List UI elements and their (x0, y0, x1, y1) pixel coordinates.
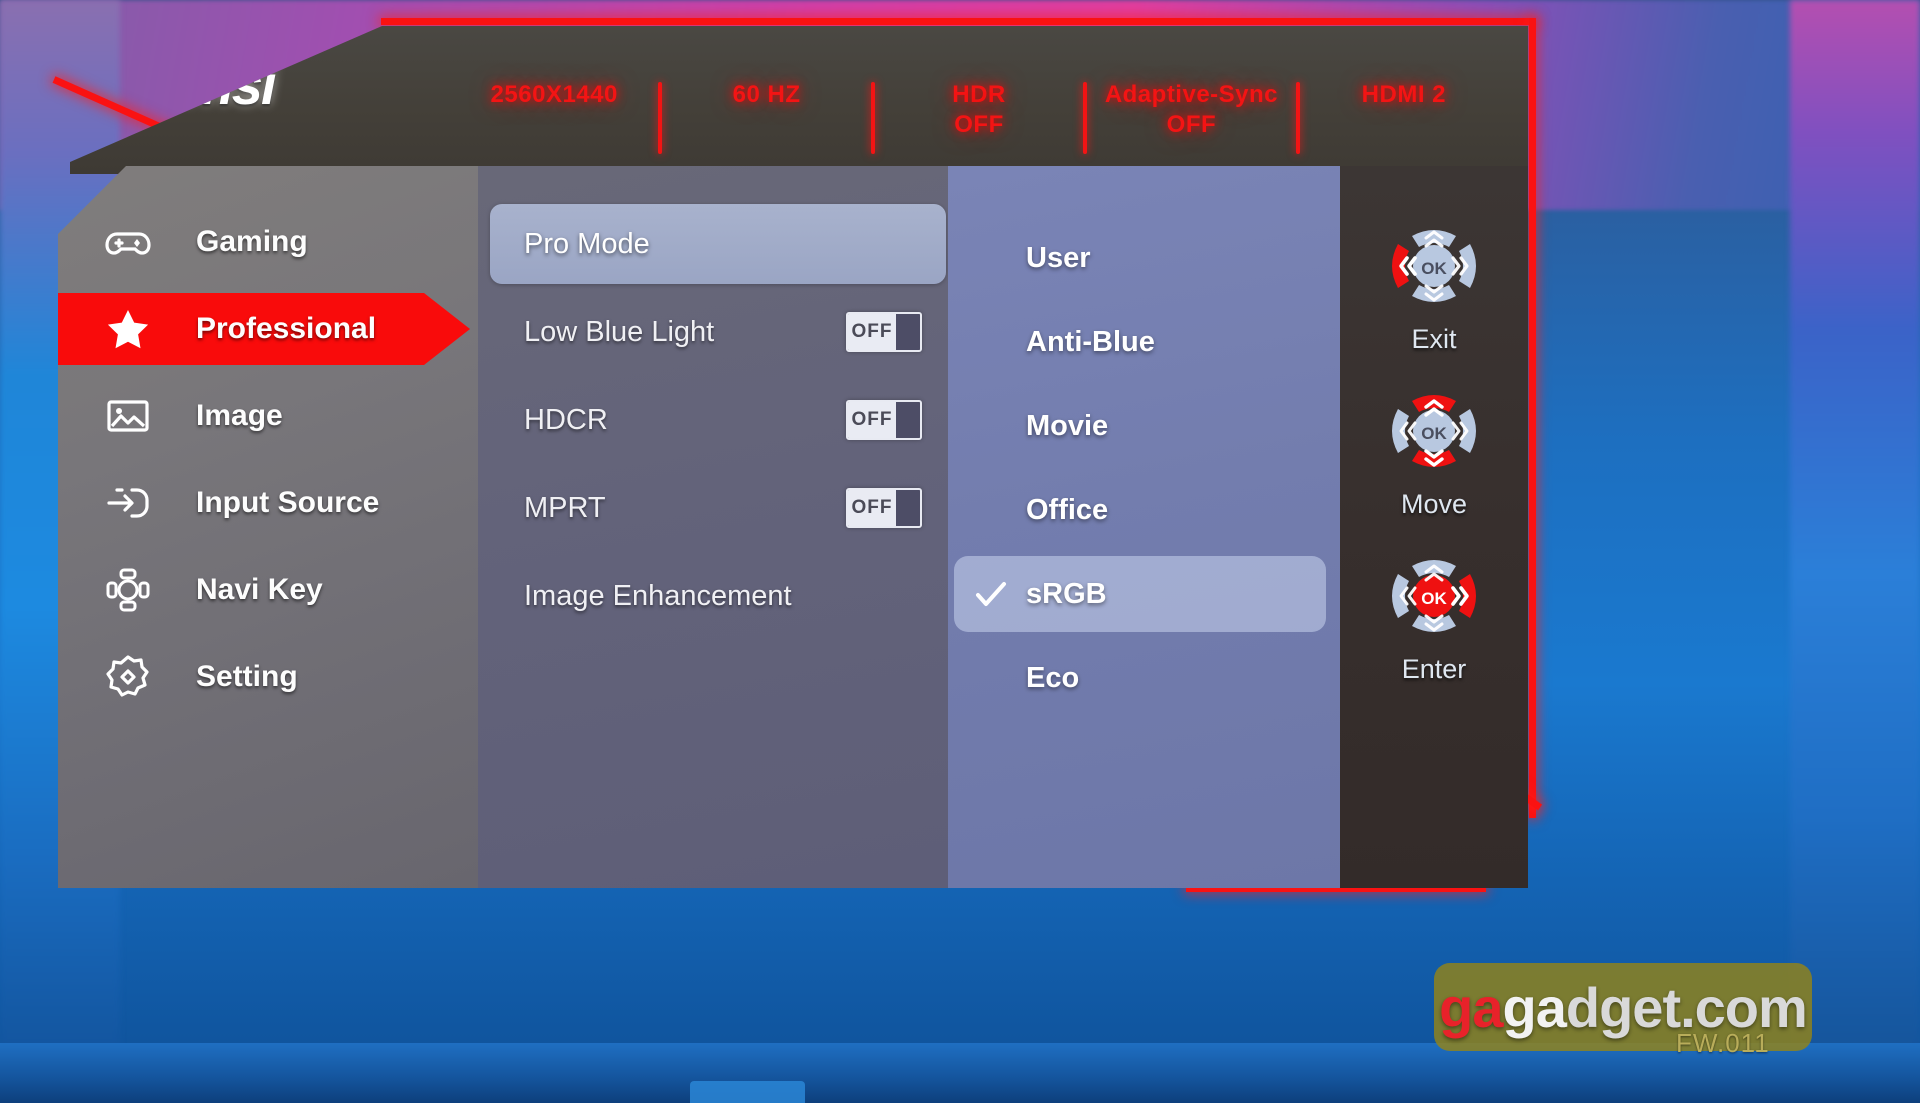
navkey-label: Move (1400, 489, 1468, 519)
osd-body: Gaming Professional Image Input Source N… (58, 166, 1528, 888)
navkey-updown-icon: OK (1392, 395, 1476, 467)
sidebar-label: Input Source (196, 486, 380, 519)
header-status-items: 2560X1440 60 HZ HDR OFF Adaptive-Sync OF… (450, 80, 1508, 170)
sidebar-item-image[interactable]: Image (58, 380, 478, 452)
menu-item-mprt[interactable]: MPRT OFF (478, 466, 948, 550)
header-resolution: 2560X1440 (490, 81, 618, 108)
menu-item-low-blue-light[interactable]: Low Blue Light OFF (478, 290, 948, 374)
svg-text:OK: OK (1421, 589, 1447, 608)
toggle-state-text: OFF (848, 402, 896, 438)
sidebar-label: Image (196, 399, 283, 432)
option-label: Eco (1026, 661, 1080, 694)
sidebar-label: Setting (196, 660, 298, 693)
navkey-move[interactable]: OK Move (1374, 377, 1494, 520)
option-label: Office (1026, 493, 1109, 526)
option-office[interactable]: Office (948, 468, 1340, 552)
option-eco[interactable]: Eco (948, 636, 1340, 720)
option-label: Movie (1026, 409, 1109, 442)
option-label: User (1026, 241, 1091, 274)
menu-label: Pro Mode (524, 227, 650, 260)
firmware-version: FW.011 (1676, 1028, 1770, 1058)
sidebar-item-setting[interactable]: Setting (58, 641, 478, 713)
navkey-ok-icon: OK (1392, 560, 1476, 632)
menu-item-image-enhancement[interactable]: Image Enhancement (478, 554, 948, 638)
toggle-state-text: OFF (848, 490, 896, 526)
watermark-part-white: ga (1502, 975, 1567, 1039)
osd-header: msi 2560X1440 60 HZ HDR OFF Adaptive-Syn… (70, 26, 1528, 174)
navkey-enter[interactable]: OK Enter (1374, 542, 1494, 685)
toggle-knob (896, 402, 920, 438)
sidebar-item-professional[interactable]: Professional (58, 293, 478, 365)
backdrop-right-glow (1790, 0, 1920, 1103)
menu-label: Low Blue Light (524, 315, 715, 348)
check-icon (976, 582, 1006, 606)
menu-label: Image Enhancement (524, 579, 792, 612)
option-label: sRGB (1026, 577, 1107, 610)
sidebar-label: Gaming (196, 225, 308, 258)
option-user[interactable]: User (948, 216, 1340, 300)
header-refresh-rate: 60 HZ (732, 81, 801, 108)
navkey-label: Exit (1411, 324, 1457, 354)
menu-item-pro-mode[interactable]: Pro Mode (478, 202, 948, 286)
sidebar-item-input-source[interactable]: Input Source (58, 467, 478, 539)
mprt-toggle[interactable]: OFF (846, 488, 922, 528)
menu-label: MPRT (524, 491, 606, 524)
input-arrow-icon (107, 488, 149, 518)
gamepad-icon (105, 232, 151, 255)
menu-label: HDCR (524, 403, 608, 436)
osd-menu: msi 2560X1440 60 HZ HDR OFF Adaptive-Syn… (36, 18, 1543, 892)
gear-icon (106, 655, 149, 697)
navkey-legend: OK Exit OK Move OK Enter (1340, 166, 1528, 888)
taskbar-window-stub (690, 1081, 805, 1103)
osd-middle-panel: Pro Mode Low Blue Light OFF HDCR OFF MPR… (478, 166, 948, 888)
sidebar-label: Navi Key (196, 573, 323, 606)
hdcr-toggle[interactable]: OFF (846, 400, 922, 440)
toggle-state-text: OFF (848, 314, 896, 350)
sidebar-label: Professional (196, 312, 377, 345)
navkey-exit[interactable]: OK Exit (1374, 212, 1494, 355)
option-anti-blue[interactable]: Anti-Blue (948, 300, 1340, 384)
toggle-knob (896, 490, 920, 526)
navkey-label: Enter (1401, 654, 1467, 684)
svg-text:OK: OK (1421, 424, 1447, 443)
option-label: Anti-Blue (1026, 325, 1155, 358)
star-icon (107, 310, 149, 349)
selection-highlight (954, 556, 1326, 632)
toggle-knob (896, 314, 920, 350)
frame-top-edge (381, 18, 1536, 25)
brand-wordmark: msi (184, 52, 276, 116)
menu-item-hdcr[interactable]: HDCR OFF (478, 378, 948, 462)
brand-logo: msi (106, 48, 276, 120)
picture-icon (107, 400, 149, 432)
sidebar-item-gaming[interactable]: Gaming (58, 206, 478, 278)
watermark-part-red: ga (1439, 975, 1503, 1039)
desktop-taskbar (0, 1043, 1920, 1103)
svg-text:OK: OK (1421, 259, 1447, 278)
sidebar-item-navi-key[interactable]: Navi Key (58, 554, 478, 626)
option-movie[interactable]: Movie (948, 384, 1340, 468)
header-adaptive-sync: Adaptive-Sync OFF (1104, 81, 1279, 138)
low-blue-light-toggle[interactable]: OFF (846, 312, 922, 352)
osd-options-panel: User Anti-Blue Movie Office sRGB Eco (948, 166, 1340, 888)
option-srgb[interactable]: sRGB (948, 552, 1340, 636)
frame-right-edge (1529, 18, 1536, 818)
msi-dragon-shield-icon (107, 48, 167, 120)
header-hdr-status: HDR OFF (952, 81, 1006, 138)
header-input-source: HDMI 2 (1361, 81, 1446, 108)
osd-sidebar: Gaming Professional Image Input Source N… (58, 166, 478, 888)
navi-key-icon (106, 568, 150, 612)
navkey-left-icon: OK (1392, 230, 1476, 302)
